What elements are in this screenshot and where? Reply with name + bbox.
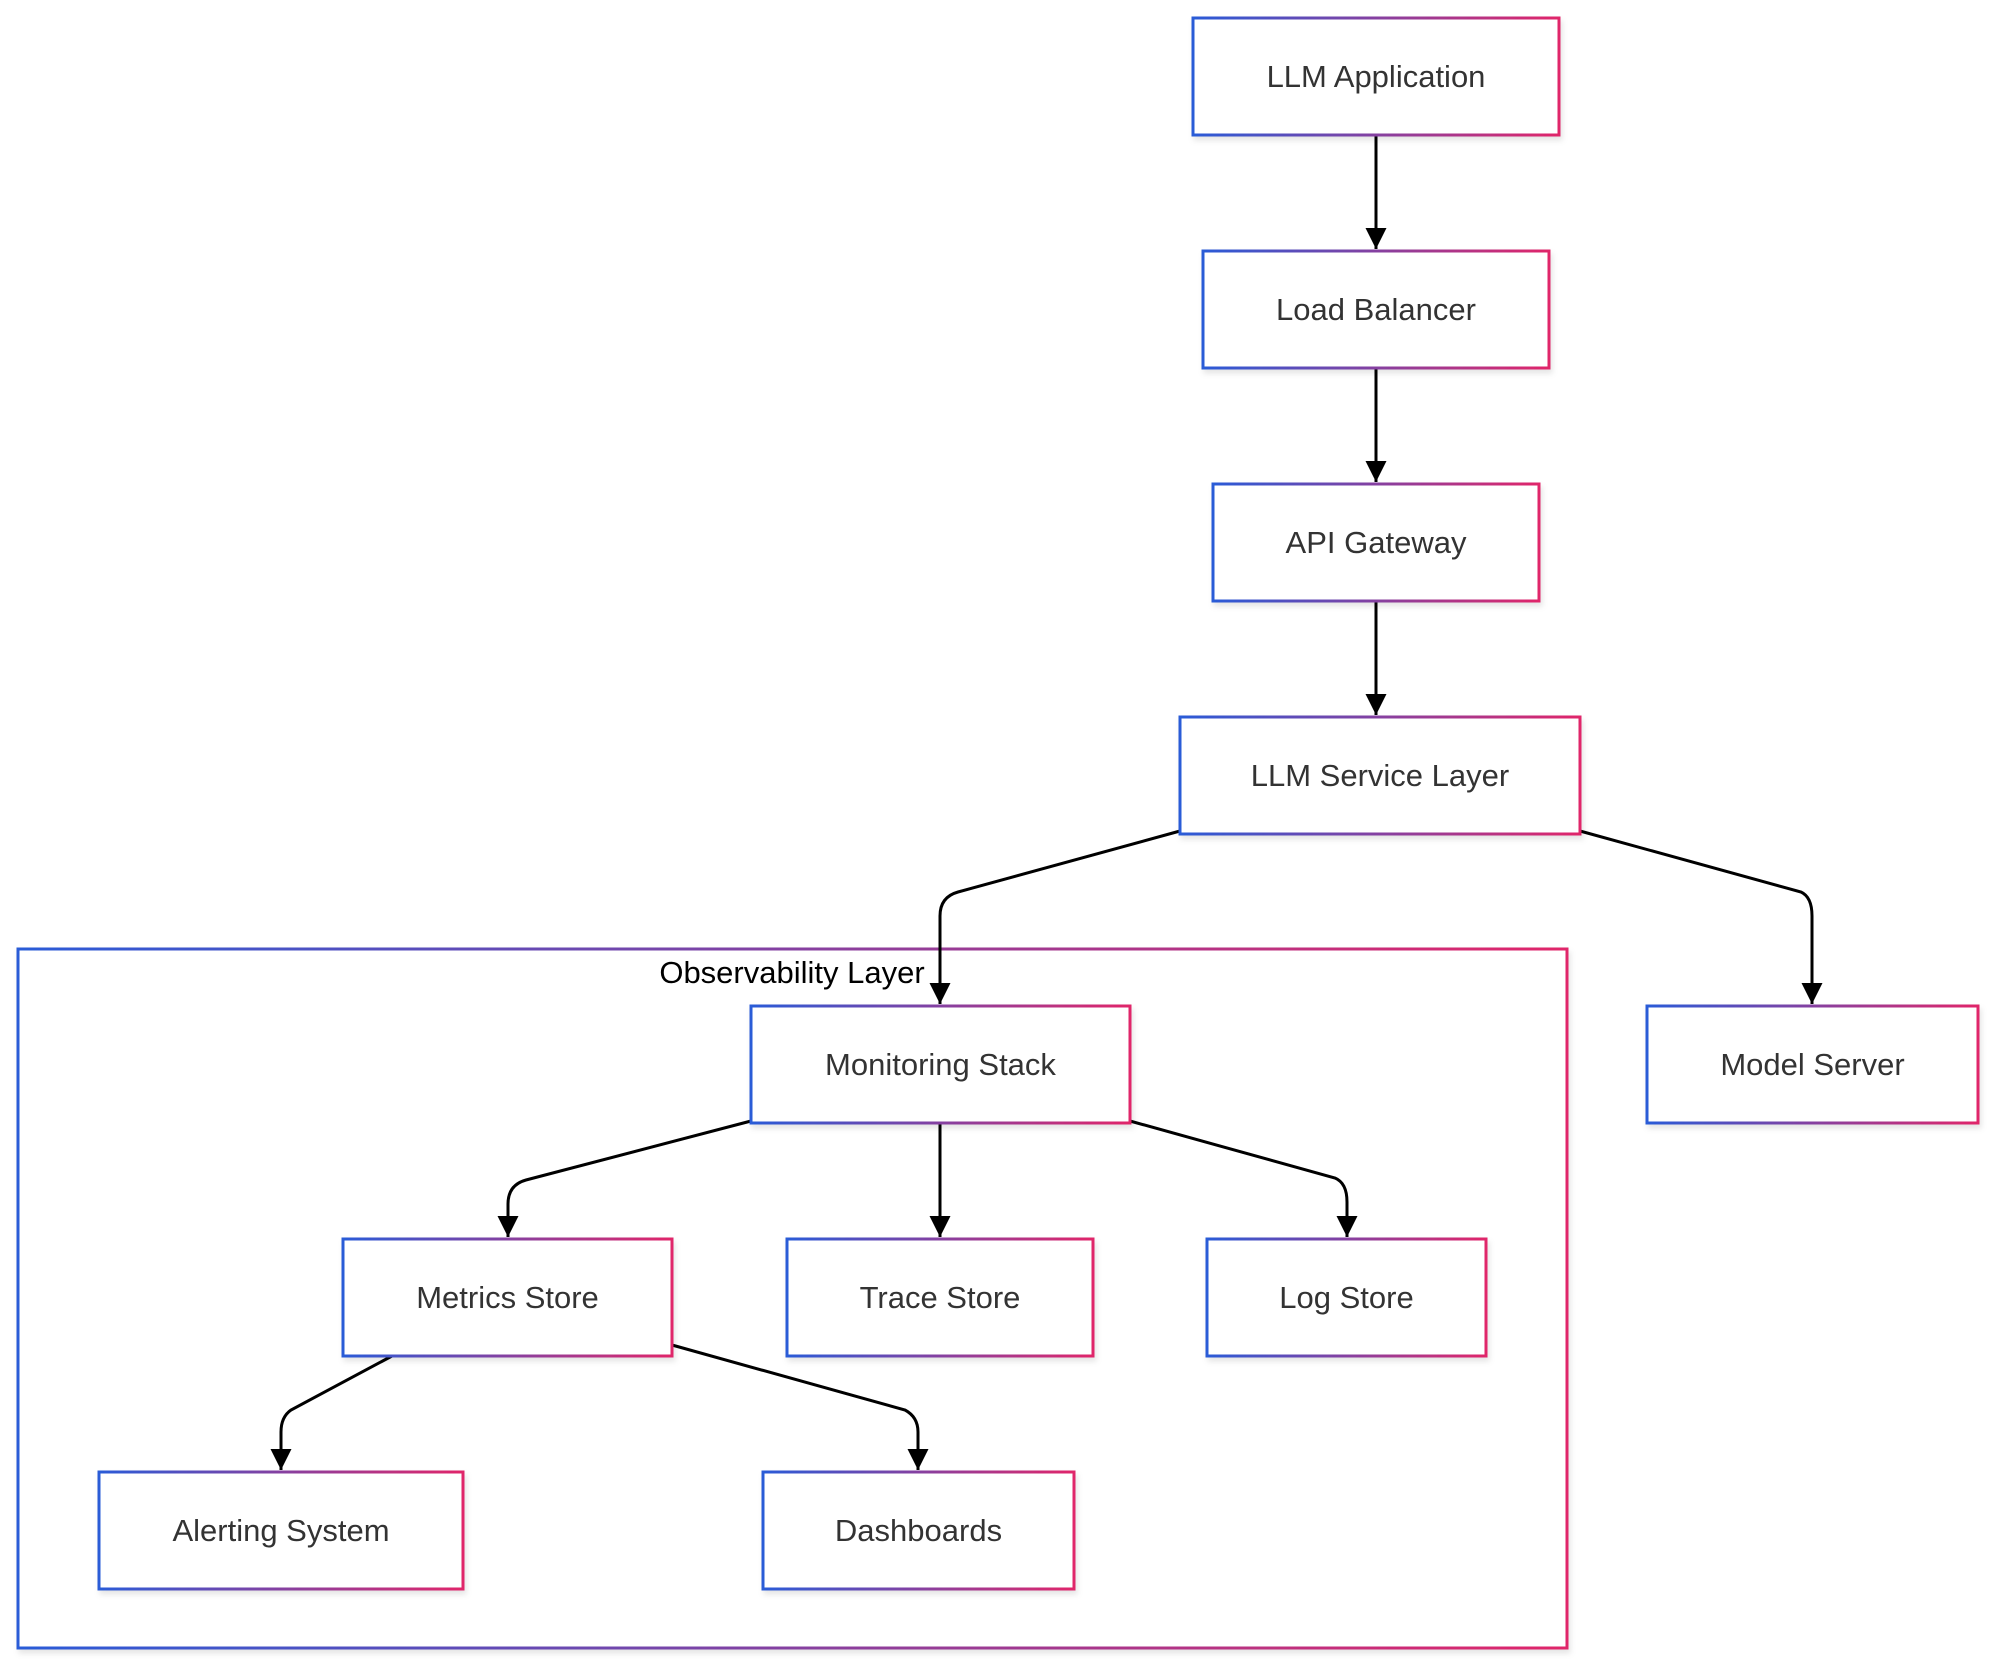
node-model-server[interactable]: Model Server [1645, 1004, 1980, 1125]
node-label-alerting-system: Alerting System [172, 1513, 389, 1548]
node-llm-service-layer[interactable]: LLM Service Layer [1178, 715, 1582, 836]
node-label-load-balancer: Load Balancer [1276, 292, 1476, 327]
edge-svc-to-model [1579, 829, 1823, 1004]
node-api-gateway[interactable]: API Gateway [1211, 482, 1541, 603]
node-log-store[interactable]: Log Store [1205, 1237, 1488, 1358]
node-label-api-gateway: API Gateway [1286, 525, 1467, 560]
node-label-llm-service-layer: LLM Service Layer [1251, 758, 1509, 793]
node-metrics-store[interactable]: Metrics Store [341, 1237, 674, 1358]
node-label-trace-store: Trace Store [860, 1280, 1021, 1315]
node-trace-store[interactable]: Trace Store [785, 1237, 1095, 1358]
nodes: LLM Application Load Balancer API Gateway L… [97, 16, 1980, 1591]
node-label-log-store: Log Store [1279, 1280, 1413, 1315]
node-monitoring-stack[interactable]: Monitoring Stack [749, 1004, 1132, 1125]
observability-layer-label: Observability Layer [659, 955, 924, 990]
node-label-dashboards: Dashboards [835, 1513, 1002, 1548]
node-load-balancer[interactable]: Load Balancer [1201, 249, 1551, 370]
node-label-metrics-store: Metrics Store [416, 1280, 599, 1315]
node-alerting-system[interactable]: Alerting System [97, 1470, 465, 1591]
node-dashboards[interactable]: Dashboards [761, 1470, 1076, 1591]
architecture-diagram: Observability Layer LLM Application Load … [16, 16, 1980, 1650]
node-label-model-server: Model Server [1720, 1047, 1904, 1082]
node-label-monitoring-stack: Monitoring Stack [825, 1047, 1056, 1082]
node-llm-application[interactable]: LLM Application [1191, 16, 1561, 137]
node-label-llm-application: LLM Application [1267, 59, 1486, 94]
